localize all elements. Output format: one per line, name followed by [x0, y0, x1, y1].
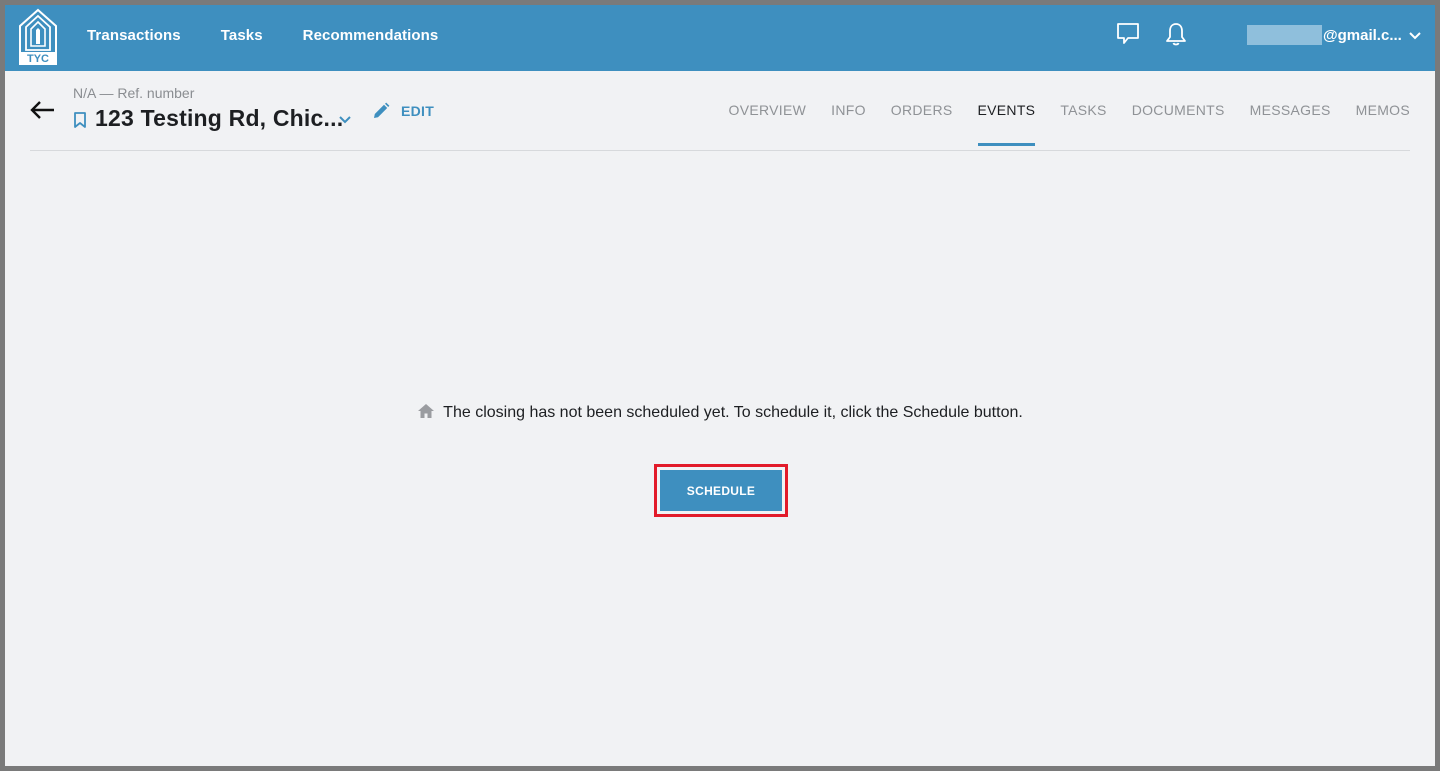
main-nav: Transactions Tasks Recommendations	[87, 5, 478, 65]
back-arrow-icon[interactable]	[28, 99, 56, 121]
nav-transactions[interactable]: Transactions	[87, 27, 181, 44]
address-chevron-down-icon[interactable]	[338, 113, 352, 125]
empty-state-message: The closing has not been scheduled yet. …	[5, 403, 1435, 422]
nav-recommendations[interactable]: Recommendations	[303, 27, 439, 44]
chevron-down-icon[interactable]	[1408, 29, 1422, 43]
edit-label: EDIT	[401, 103, 435, 119]
empty-state-text: The closing has not been scheduled yet. …	[443, 404, 1023, 421]
nav-tasks[interactable]: Tasks	[221, 27, 263, 44]
ref-number-label: N/A — Ref. number	[73, 85, 195, 101]
chat-icon[interactable]	[1115, 21, 1141, 47]
user-email: @gmail.c...	[1323, 26, 1402, 44]
bookmark-icon[interactable]	[72, 111, 88, 129]
tab-events[interactable]: EVENTS	[977, 102, 1036, 146]
header-divider	[30, 150, 1410, 151]
bell-icon[interactable]	[1163, 21, 1189, 47]
edit-button[interactable]: EDIT	[371, 100, 434, 122]
tyc-logo[interactable]: TYC	[18, 8, 58, 66]
user-menu[interactable]: @gmail.c...	[1247, 24, 1402, 46]
tab-messages[interactable]: MESSAGES	[1250, 102, 1331, 146]
redacted-username	[1247, 25, 1322, 45]
schedule-button[interactable]: SCHEDULE	[660, 470, 782, 511]
tab-overview[interactable]: OVERVIEW	[729, 102, 807, 146]
pencil-icon	[374, 102, 390, 118]
app-window: TYC Transactions Tasks Recommendations @…	[5, 5, 1435, 766]
top-navbar: TYC Transactions Tasks Recommendations @…	[5, 5, 1435, 71]
tab-documents[interactable]: DOCUMENTS	[1132, 102, 1225, 146]
logo-text: TYC	[27, 53, 49, 65]
tab-info[interactable]: INFO	[831, 102, 866, 146]
transaction-tabs: OVERVIEW INFO ORDERS EVENTS TASKS DOCUME…	[704, 102, 1410, 146]
tab-memos[interactable]: MEMOS	[1356, 102, 1410, 146]
tab-tasks[interactable]: TASKS	[1060, 102, 1106, 146]
tab-orders[interactable]: ORDERS	[891, 102, 953, 146]
transaction-address: 123 Testing Rd, Chic...	[95, 105, 344, 131]
home-icon	[417, 403, 435, 419]
